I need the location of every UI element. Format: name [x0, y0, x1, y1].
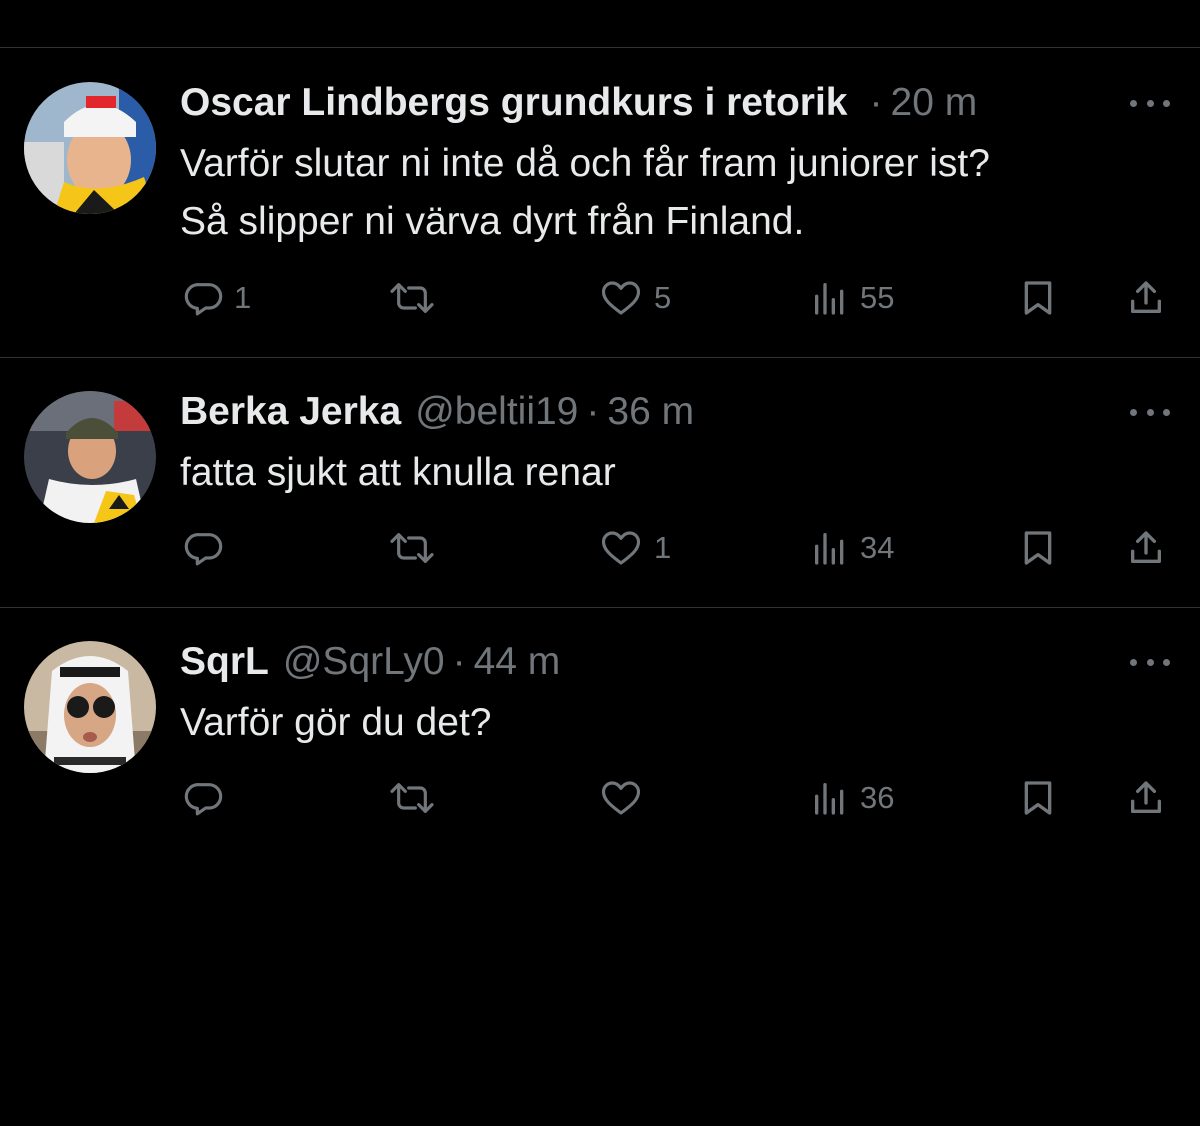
tweet-header: SqrL @SqrLy0 · 44 m — [180, 638, 560, 686]
heart-icon — [601, 781, 641, 815]
timestamp[interactable]: 36 m — [607, 390, 694, 434]
views-icon — [815, 533, 844, 565]
views-button[interactable]: 34 — [810, 528, 894, 568]
bookmark-icon — [1024, 281, 1052, 315]
avatar[interactable] — [24, 391, 156, 523]
share-button[interactable] — [1126, 778, 1166, 818]
retweet-icon — [390, 783, 434, 813]
more-icon[interactable] — [1130, 93, 1170, 113]
separator-dot: · — [452, 640, 466, 683]
like-count: 5 — [654, 280, 672, 315]
bookmark-button[interactable] — [1018, 278, 1058, 318]
author-handle[interactable]: @SqrLy0 — [283, 640, 445, 684]
bookmark-icon — [1024, 531, 1052, 565]
bookmark-button[interactable] — [1018, 778, 1058, 818]
tweet-text: fatta sjukt att knulla renar — [180, 444, 616, 502]
more-icon[interactable] — [1130, 402, 1170, 422]
like-button[interactable]: 5 — [598, 278, 671, 318]
tweet-text: Varför slutar ni inte då och får fram ju… — [180, 135, 990, 251]
share-icon — [1131, 531, 1161, 563]
heart-icon — [601, 531, 641, 565]
retweet-button[interactable] — [386, 278, 448, 318]
tweet-text-line: Så slipper ni värva dyrt från Finland. — [180, 200, 805, 243]
tweet[interactable]: Berka Jerka @beltii19 · 36 m fatta sjukt… — [0, 358, 1200, 608]
timestamp[interactable]: 44 m — [474, 640, 561, 684]
reply-button[interactable]: 1 — [184, 278, 251, 318]
reply-icon — [184, 533, 223, 566]
timestamp[interactable]: 20 m — [891, 81, 978, 125]
heart-icon — [601, 281, 641, 315]
tweet-text: Varför gör du det? — [180, 694, 491, 752]
retweet-button[interactable] — [386, 778, 448, 818]
retweet-button[interactable] — [386, 528, 448, 568]
like-count: 1 — [654, 530, 672, 565]
tweet[interactable]: Oscar Lindbergs grundkurs i retorik · 20… — [0, 48, 1200, 358]
separator-dot: · — [869, 81, 883, 124]
share-icon — [1131, 781, 1161, 813]
tweet-text-line: fatta sjukt att knulla renar — [180, 451, 616, 494]
reply-icon — [184, 783, 223, 816]
separator-dot: · — [586, 390, 600, 433]
views-button[interactable]: 55 — [810, 278, 894, 318]
retweet-icon — [390, 283, 434, 313]
tweet[interactable]: SqrL @SqrLy0 · 44 m Varför gör du det? 3… — [0, 608, 1200, 848]
more-icon[interactable] — [1130, 652, 1170, 672]
reply-icon — [184, 283, 223, 316]
views-icon — [815, 283, 844, 315]
author-name[interactable]: Berka Jerka — [180, 390, 401, 434]
views-button[interactable]: 36 — [810, 778, 894, 818]
reply-count: 1 — [234, 280, 252, 315]
share-button[interactable] — [1126, 528, 1166, 568]
tweet-text-line: Varför gör du det? — [180, 701, 492, 744]
tweet-header: Berka Jerka @beltii19 · 36 m — [180, 388, 694, 436]
avatar[interactable] — [24, 82, 156, 214]
like-button[interactable]: 1 — [598, 528, 671, 568]
view-count: 34 — [860, 530, 895, 565]
avatar[interactable] — [24, 641, 156, 773]
bookmark-icon — [1024, 781, 1052, 815]
author-handle[interactable]: @beltii19 — [415, 390, 578, 434]
tweet-text-line: Varför slutar ni inte då och får fram ju… — [180, 142, 990, 185]
share-icon — [1131, 281, 1161, 313]
reply-button[interactable] — [184, 778, 234, 818]
view-count: 36 — [860, 780, 895, 815]
bookmark-button[interactable] — [1018, 528, 1058, 568]
share-button[interactable] — [1126, 278, 1166, 318]
views-icon — [815, 783, 844, 815]
retweet-icon — [390, 533, 434, 563]
author-name[interactable]: Oscar Lindbergs grundkurs i retorik — [180, 81, 848, 125]
author-name[interactable]: SqrL — [180, 640, 269, 684]
tweet-header: Oscar Lindbergs grundkurs i retorik · 20… — [180, 79, 977, 127]
like-button[interactable] — [598, 778, 654, 818]
view-count: 55 — [860, 280, 895, 315]
reply-button[interactable] — [184, 528, 234, 568]
